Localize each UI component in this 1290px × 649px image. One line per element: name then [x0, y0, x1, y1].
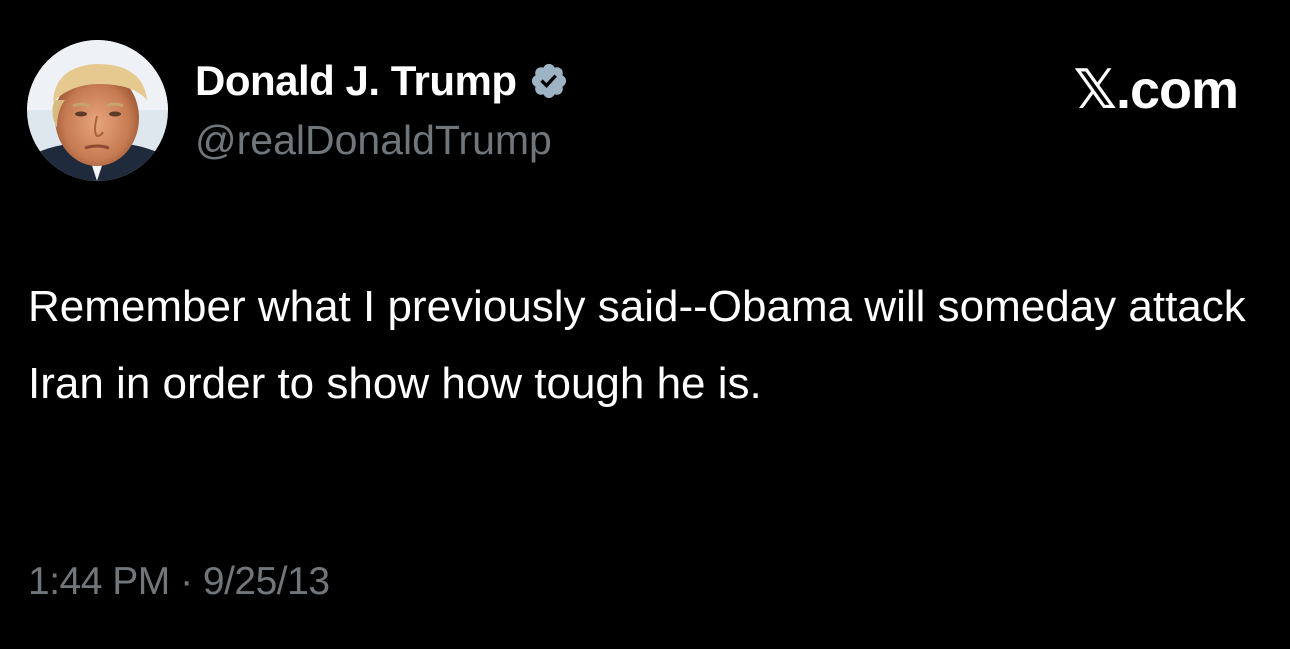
avatar[interactable]	[27, 40, 168, 181]
x-brand-label: 𝕏.com	[1073, 60, 1239, 120]
author-display-name[interactable]: Donald J. Trump	[195, 56, 517, 106]
author-name-row[interactable]: Donald J. Trump	[195, 56, 569, 106]
verified-badge-icon	[531, 63, 566, 99]
tweet-text: Remember what I previously said--Obama w…	[28, 282, 1246, 408]
tweet-timestamp[interactable]: 1:44 PM · 9/25/13	[28, 557, 330, 607]
author-handle[interactable]: @realDonaldTrump	[195, 115, 552, 165]
profile-photo-icon	[27, 40, 168, 181]
